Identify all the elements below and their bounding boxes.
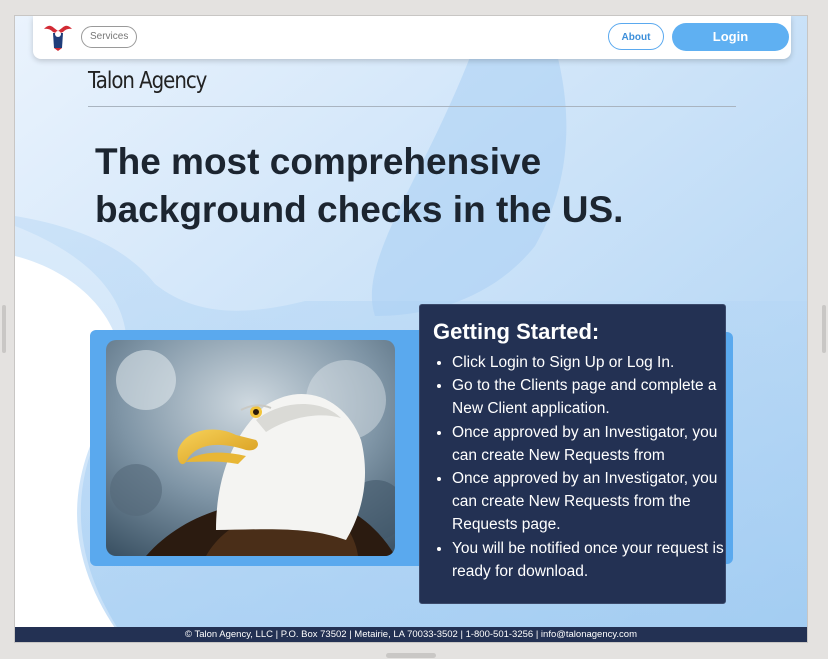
photo-frame xyxy=(90,330,452,566)
page-viewport: Services About Login Talon Agency The mo… xyxy=(15,16,807,642)
hero-line-2: background checks in the US. xyxy=(95,189,624,230)
list-item: You will be notified once your request i… xyxy=(452,537,728,583)
login-button[interactable]: Login xyxy=(672,23,789,51)
window-resize-handle-left[interactable] xyxy=(2,305,6,353)
title-divider xyxy=(88,106,736,107)
list-item: Once approved by an Investigator, you ca… xyxy=(452,467,728,537)
list-item: Click Login to Sign Up or Log In. xyxy=(452,351,728,374)
hero-headline: The most comprehensive background checks… xyxy=(95,138,695,234)
list-item: Once approved by an Investigator, you ca… xyxy=(452,421,728,467)
about-button[interactable]: About xyxy=(608,23,664,50)
getting-started-list: Click Login to Sign Up or Log In. Go to … xyxy=(434,351,728,583)
eagle-logo-icon[interactable] xyxy=(43,22,73,52)
agency-title: Talon Agency xyxy=(88,68,207,94)
services-button[interactable]: Services xyxy=(81,26,138,48)
window-resize-handle-bottom[interactable] xyxy=(386,653,436,658)
page-footer: © Talon Agency, LLC | P.O. Box 73502 | M… xyxy=(15,627,807,642)
getting-started-card: Getting Started: Click Login to Sign Up … xyxy=(419,304,726,604)
hero-line-1: The most comprehensive xyxy=(95,141,542,182)
getting-started-heading: Getting Started: xyxy=(433,319,600,344)
bald-eagle-photo xyxy=(106,340,395,556)
top-navbar: Services About Login xyxy=(33,16,791,59)
window-resize-handle-right[interactable] xyxy=(822,305,826,353)
list-item: Go to the Clients page and complete a Ne… xyxy=(452,374,728,420)
